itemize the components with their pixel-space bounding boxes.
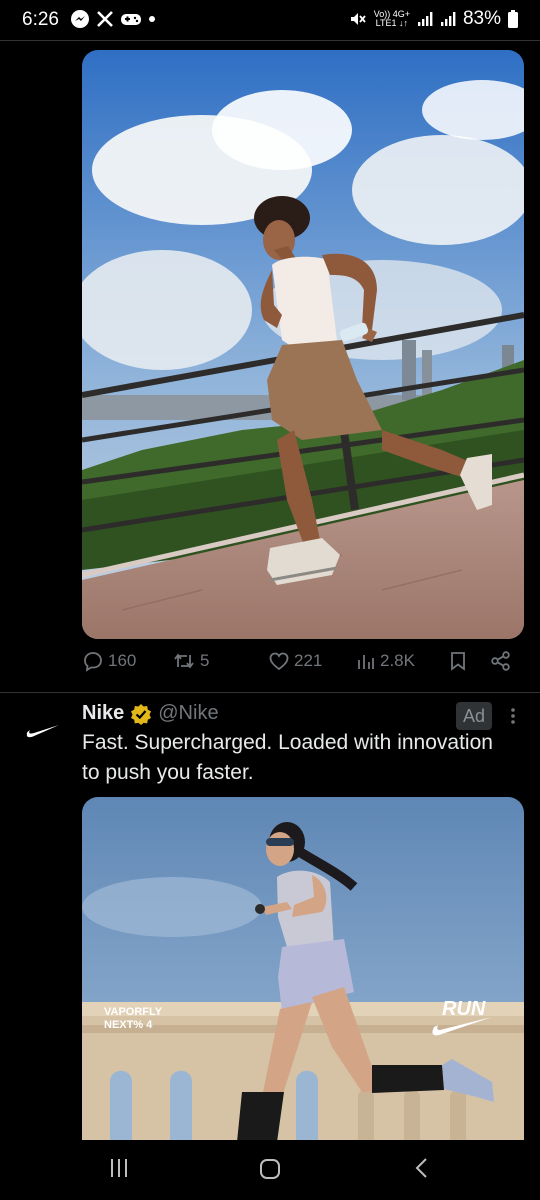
ad-account-handle[interactable]: @Nike — [158, 702, 218, 725]
post-divider — [0, 692, 540, 693]
notification-icons — [70, 9, 156, 29]
back-icon — [415, 1158, 427, 1178]
share-button[interactable] — [490, 650, 512, 672]
home-button[interactable] — [258, 1157, 282, 1186]
bookmark-button[interactable] — [448, 650, 468, 672]
verified-badge-icon — [131, 703, 152, 725]
recent-apps-icon — [111, 1159, 127, 1177]
status-right: Vo)) 4G+ LTE1 ↓↑ 83% — [349, 8, 518, 30]
analytics-icon — [358, 655, 374, 669]
network-bottom-label: LTE1 ↓↑ — [375, 18, 408, 28]
battery-icon — [508, 10, 518, 28]
system-nav-bar — [0, 1140, 540, 1200]
reply-icon — [84, 652, 102, 672]
status-bar: 6:26 Vo)) 4G+ LTE1 ↓↑ 83% — [0, 0, 540, 40]
nike-swoosh-icon — [26, 725, 60, 738]
post-image[interactable] — [82, 50, 524, 639]
ad-header: Nike @Nike — [82, 702, 219, 725]
like-count: 221 — [294, 651, 323, 670]
ad-image[interactable]: VAPORFLY NEXT% 4 RUN — [82, 797, 524, 1142]
more-vertical-icon — [511, 708, 515, 724]
heart-icon — [269, 652, 289, 671]
views-button[interactable]: 2.8K — [356, 650, 415, 672]
x-app-icon — [97, 11, 113, 27]
top-divider — [0, 40, 540, 41]
back-button[interactable] — [412, 1157, 432, 1184]
view-count: 2.8K — [380, 651, 415, 670]
like-button[interactable]: 221 — [268, 650, 322, 672]
share-icon — [491, 651, 510, 671]
repost-button[interactable]: 5 — [172, 650, 209, 672]
signal-2-icon — [440, 12, 456, 26]
reply-button[interactable]: 160 — [82, 650, 136, 672]
ad-badge: Ad — [456, 702, 492, 730]
mute-icon — [350, 13, 366, 25]
repost-icon — [174, 653, 194, 669]
ad-text: Fast. Supercharged. Loaded with innovati… — [82, 731, 493, 784]
messenger-icon — [71, 10, 89, 28]
bookmark-icon — [451, 652, 465, 671]
post-actions: 160 5 221 2.8K — [82, 650, 524, 682]
ad-image-text-1: VAPORFLY — [104, 1006, 163, 1018]
network-indicator: Vo)) 4G+ LTE1 ↓↑ — [374, 10, 410, 28]
nike-avatar[interactable] — [26, 722, 60, 743]
game-controller-icon — [121, 14, 141, 25]
recent-apps-button[interactable] — [108, 1157, 130, 1184]
battery-percent: 83% — [462, 8, 501, 29]
home-icon — [260, 1159, 280, 1179]
ad-image-brand: RUN — [442, 998, 486, 1020]
ad-account-name[interactable]: Nike — [82, 702, 124, 725]
runner-photo — [82, 50, 524, 639]
reply-count: 160 — [108, 651, 137, 670]
repost-count: 5 — [200, 651, 210, 670]
status-time: 6:26 — [22, 9, 59, 30]
ad-image-text-2: NEXT% 4 — [104, 1019, 153, 1031]
signal-1-icon — [417, 12, 433, 26]
ad-photo: VAPORFLY NEXT% 4 RUN — [82, 797, 524, 1142]
more-notifications-dot-icon — [149, 16, 155, 22]
